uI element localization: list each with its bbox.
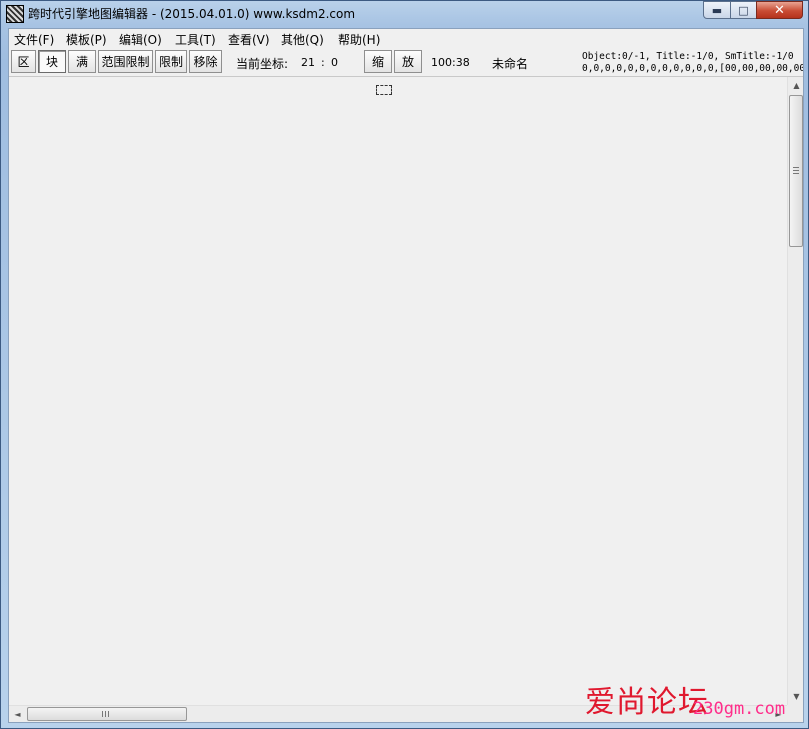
map-canvas[interactable]: ▲ ▼ ◄ ► xyxy=(9,77,803,722)
maximize-button[interactable]: □ xyxy=(730,1,757,19)
app-icon[interactable] xyxy=(6,5,24,23)
menu-bar: 文件(F) 模板(P) 编辑(O) 工具(T) 查看(V) 其他(Q) 帮助(H… xyxy=(9,29,803,48)
scroll-right-icon[interactable]: ► xyxy=(771,707,786,722)
menu-view[interactable]: 查看(V) xyxy=(228,31,270,48)
menu-file[interactable]: 文件(F) xyxy=(14,31,54,48)
scroll-down-icon[interactable]: ▼ xyxy=(789,689,803,704)
coord-x-value: 21 xyxy=(301,56,315,69)
block-button[interactable]: 块 xyxy=(38,50,66,73)
zoom-out-button[interactable]: 缩 xyxy=(364,50,392,73)
limit-button[interactable]: 限制 xyxy=(155,50,187,73)
scroll-left-icon[interactable]: ◄ xyxy=(10,707,25,722)
horizontal-scroll-thumb[interactable] xyxy=(27,707,187,721)
remove-button[interactable]: 移除 xyxy=(189,50,222,73)
zoom-value: 100:38 xyxy=(431,56,470,69)
selection-cursor xyxy=(376,85,392,95)
zone-button[interactable]: 区 xyxy=(11,50,36,73)
menu-help[interactable]: 帮助(H) xyxy=(338,31,380,48)
zoom-in-button[interactable]: 放 xyxy=(394,50,422,73)
full-button[interactable]: 满 xyxy=(68,50,96,73)
close-icon: ✕ xyxy=(774,2,785,18)
grip-icon xyxy=(102,711,109,717)
menu-template[interactable]: 模板(P) xyxy=(66,31,107,48)
app-window: 跨时代引擎地图编辑器 - (2015.04.01.0) www.ksdm2.co… xyxy=(0,0,809,729)
menu-tools[interactable]: 工具(T) xyxy=(175,31,216,48)
client-area: 文件(F) 模板(P) 编辑(O) 工具(T) 查看(V) 其他(Q) 帮助(H… xyxy=(8,28,804,723)
scroll-up-icon[interactable]: ▲ xyxy=(789,78,803,93)
object-info: Object:0/-1, Title:-1/0, SmTitle:-1/0 0,… xyxy=(582,51,803,75)
coord-y-value: 0 xyxy=(331,56,338,69)
range-limit-button[interactable]: 范围限制 xyxy=(98,50,153,73)
file-name: 未命名 xyxy=(492,57,529,71)
menu-other[interactable]: 其他(Q) xyxy=(281,31,324,48)
toolbar: 区 块 满 范围限制 限制 移除 当前坐标: 21 : 0 缩 放 100:38… xyxy=(9,48,803,77)
vertical-scrollbar[interactable]: ▲ ▼ xyxy=(787,77,803,706)
maximize-icon: □ xyxy=(738,3,749,17)
minimize-button[interactable]: ▬ xyxy=(703,1,731,19)
window-title: 跨时代引擎地图编辑器 - (2015.04.01.0) www.ksdm2.co… xyxy=(28,7,356,21)
object-info-line1: Object:0/-1, Title:-1/0, SmTitle:-1/0 xyxy=(582,51,794,62)
menu-edit[interactable]: 编辑(O) xyxy=(119,31,162,48)
coord-separator: : xyxy=(321,56,325,69)
scroll-corner xyxy=(787,705,803,722)
minimize-icon: ▬ xyxy=(711,3,723,17)
grip-icon xyxy=(793,167,799,174)
close-button[interactable]: ✕ xyxy=(756,1,803,19)
horizontal-scrollbar[interactable]: ◄ ► xyxy=(9,705,787,722)
object-info-line2: 0,0,0,0,0,0,0,0,0,0,0,0,[00,00,00,00,00 xyxy=(582,63,803,74)
vertical-scroll-thumb[interactable] xyxy=(789,95,803,247)
title-bar[interactable]: 跨时代引擎地图编辑器 - (2015.04.01.0) www.ksdm2.co… xyxy=(1,1,808,27)
coord-label: 当前坐标: xyxy=(236,57,289,71)
